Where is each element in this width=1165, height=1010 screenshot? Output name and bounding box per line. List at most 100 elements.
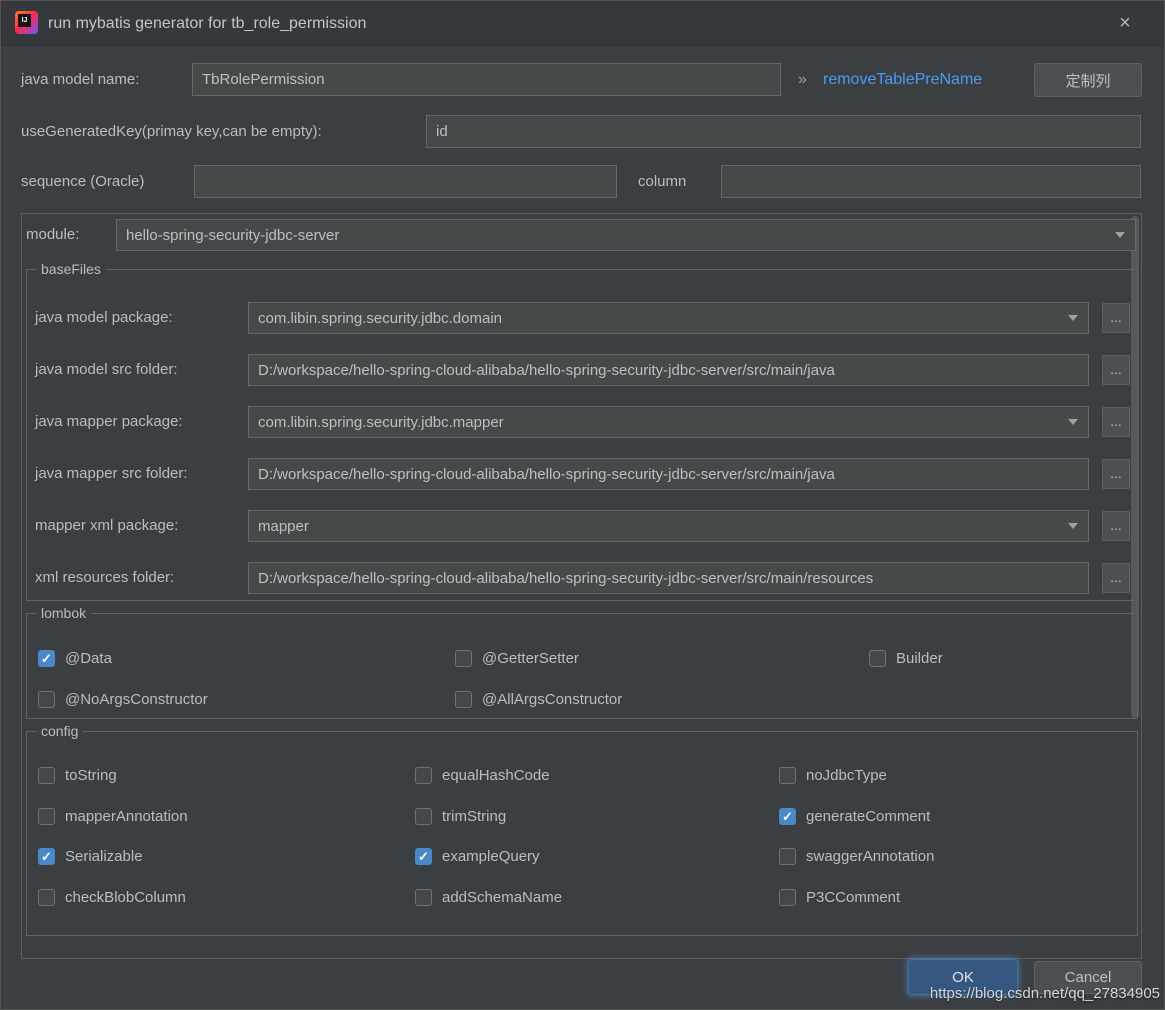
checkbox-label: P3CComment	[806, 889, 900, 906]
checkbox-label: generateComment	[806, 808, 930, 825]
java-mapper-src-folder-browse-button[interactable]: ...	[1102, 459, 1130, 489]
checkbox-examplequery[interactable]: ✓ exampleQuery	[415, 846, 540, 866]
checkbox-box: ✓	[38, 691, 55, 708]
checkbox-label: noJdbcType	[806, 767, 887, 784]
checkbox-swaggerannotation[interactable]: ✓ swaggerAnnotation	[779, 846, 934, 866]
java-model-package-browse-button[interactable]: ...	[1102, 303, 1130, 333]
chevron-down-icon	[1115, 232, 1125, 238]
checkbox-label: trimString	[442, 808, 506, 825]
checkbox-gettersetter[interactable]: ✓ @GetterSetter	[455, 648, 579, 668]
java-model-src-folder-label: java model src folder:	[35, 354, 178, 386]
checkbox-box: ✓	[869, 650, 886, 667]
check-icon: ✓	[416, 849, 431, 864]
remove-table-pre-name-link[interactable]: removeTablePreName	[823, 63, 982, 96]
java-model-package-select[interactable]: com.libin.spring.security.jdbc.domain	[248, 302, 1089, 334]
mapper-xml-package-browse-button[interactable]: ...	[1102, 511, 1130, 541]
checkbox-box: ✓	[38, 889, 55, 906]
column-input[interactable]	[721, 165, 1141, 198]
checkbox-nojdbctype[interactable]: ✓ noJdbcType	[779, 765, 887, 785]
checkbox-label: Builder	[896, 650, 943, 667]
checkbox-trimstring[interactable]: ✓ trimString	[415, 806, 506, 826]
close-icon[interactable]: ×	[1112, 10, 1138, 36]
checkbox-builder[interactable]: ✓ Builder	[869, 648, 943, 668]
xml-resources-folder-label: xml resources folder:	[35, 562, 174, 594]
checkbox-box: ✓	[38, 808, 55, 825]
checkbox-label: addSchemaName	[442, 889, 562, 906]
lombok-group-label: lombok	[36, 605, 91, 622]
checkbox-label: @GetterSetter	[482, 650, 579, 667]
checkbox-label: Serializable	[65, 848, 143, 865]
dialog-title: run mybatis generator for tb_role_permis…	[48, 1, 366, 46]
java-mapper-package-browse-button[interactable]: ...	[1102, 407, 1130, 437]
use-generated-key-label: useGeneratedKey(primay key,can be empty)…	[21, 115, 322, 148]
checkbox-box: ✓	[779, 767, 796, 784]
checkbox-tostring[interactable]: ✓ toString	[38, 765, 117, 785]
checkbox-addschemaname[interactable]: ✓ addSchemaName	[415, 887, 562, 907]
check-icon: ✓	[780, 809, 795, 824]
java-model-package-label: java model package:	[35, 302, 173, 334]
checkbox-mapperannotation[interactable]: ✓ mapperAnnotation	[38, 806, 188, 826]
checkbox-box: ✓	[415, 808, 432, 825]
sequence-label: sequence (Oracle)	[21, 165, 144, 198]
checkbox-label: exampleQuery	[442, 848, 540, 865]
column-label: column	[638, 165, 686, 198]
xml-resources-folder-browse-button[interactable]: ...	[1102, 563, 1130, 593]
checkbox-box: ✓	[455, 650, 472, 667]
basefiles-group: baseFiles java model package: com.libin.…	[26, 269, 1138, 601]
checkbox-box: ✓	[38, 767, 55, 784]
chevron-down-icon	[1068, 419, 1078, 425]
checkbox-box: ✓	[415, 848, 432, 865]
use-generated-key-input[interactable]	[426, 115, 1141, 148]
custom-column-button[interactable]: 定制列	[1034, 63, 1142, 97]
checkbox-box: ✓	[455, 691, 472, 708]
java-mapper-package-select[interactable]: com.libin.spring.security.jdbc.mapper	[248, 406, 1089, 438]
chevron-down-icon	[1068, 315, 1078, 321]
checkbox-serializable[interactable]: ✓ Serializable	[38, 846, 143, 866]
java-model-src-folder-browse-button[interactable]: ...	[1102, 355, 1130, 385]
checkbox-noargsconstructor[interactable]: ✓ @NoArgsConstructor	[38, 689, 208, 709]
module-label: module:	[26, 219, 79, 251]
java-model-name-label: java model name:	[21, 63, 139, 96]
checkbox-label: @Data	[65, 650, 112, 667]
sequence-input[interactable]	[194, 165, 617, 198]
module-select-value: hello-spring-security-jdbc-server	[126, 227, 339, 244]
java-mapper-package-label: java mapper package:	[35, 406, 183, 438]
checkbox-box: ✓	[38, 848, 55, 865]
java-model-name-input[interactable]	[192, 63, 781, 96]
checkbox-p3ccomment[interactable]: ✓ P3CComment	[779, 887, 900, 907]
chevron-down-icon	[1068, 523, 1078, 529]
checkbox-box: ✓	[779, 889, 796, 906]
checkbox-label: @AllArgsConstructor	[482, 691, 622, 708]
checkbox-label: checkBlobColumn	[65, 889, 186, 906]
java-mapper-src-folder-label: java mapper src folder:	[35, 458, 188, 490]
xml-resources-folder-input[interactable]: D:/workspace/hello-spring-cloud-alibaba/…	[248, 562, 1089, 594]
checkbox-box: ✓	[779, 848, 796, 865]
mapper-xml-package-select[interactable]: mapper	[248, 510, 1089, 542]
checkbox-label: swaggerAnnotation	[806, 848, 934, 865]
checkbox-allargsconstructor[interactable]: ✓ @AllArgsConstructor	[455, 689, 622, 709]
checkbox-box: ✓	[415, 889, 432, 906]
checkbox-box: ✓	[415, 767, 432, 784]
checkbox-equalhashcode[interactable]: ✓ equalHashCode	[415, 765, 550, 785]
config-group: config ✓ toString ✓ equalHashCode ✓ noJd…	[26, 731, 1138, 936]
checkbox-data[interactable]: ✓ @Data	[38, 648, 112, 668]
java-model-src-folder-input[interactable]: D:/workspace/hello-spring-cloud-alibaba/…	[248, 354, 1089, 386]
check-icon: ✓	[39, 651, 54, 666]
module-select[interactable]: hello-spring-security-jdbc-server	[116, 219, 1136, 251]
check-icon: ✓	[39, 849, 54, 864]
java-mapper-src-folder-input[interactable]: D:/workspace/hello-spring-cloud-alibaba/…	[248, 458, 1089, 490]
config-group-label: config	[36, 723, 83, 740]
mapper-xml-package-label: mapper xml package:	[35, 510, 178, 542]
checkbox-label: equalHashCode	[442, 767, 550, 784]
checkbox-label: @NoArgsConstructor	[65, 691, 208, 708]
checkbox-box: ✓	[779, 808, 796, 825]
title-bar: IJ run mybatis generator for tb_role_per…	[1, 1, 1164, 46]
checkbox-generatecomment[interactable]: ✓ generateComment	[779, 806, 930, 826]
basefiles-group-label: baseFiles	[36, 261, 106, 278]
chevron-right-icon: »	[798, 63, 807, 96]
lombok-group: lombok ✓ @Data ✓ @GetterSetter ✓ Builder…	[26, 613, 1138, 719]
mybatis-generator-dialog: IJ run mybatis generator for tb_role_per…	[0, 0, 1165, 1010]
watermark-text: https://blog.csdn.net/qq_27834905	[930, 985, 1160, 1002]
checkbox-checkblobcolumn[interactable]: ✓ checkBlobColumn	[38, 887, 186, 907]
checkbox-label: mapperAnnotation	[65, 808, 188, 825]
